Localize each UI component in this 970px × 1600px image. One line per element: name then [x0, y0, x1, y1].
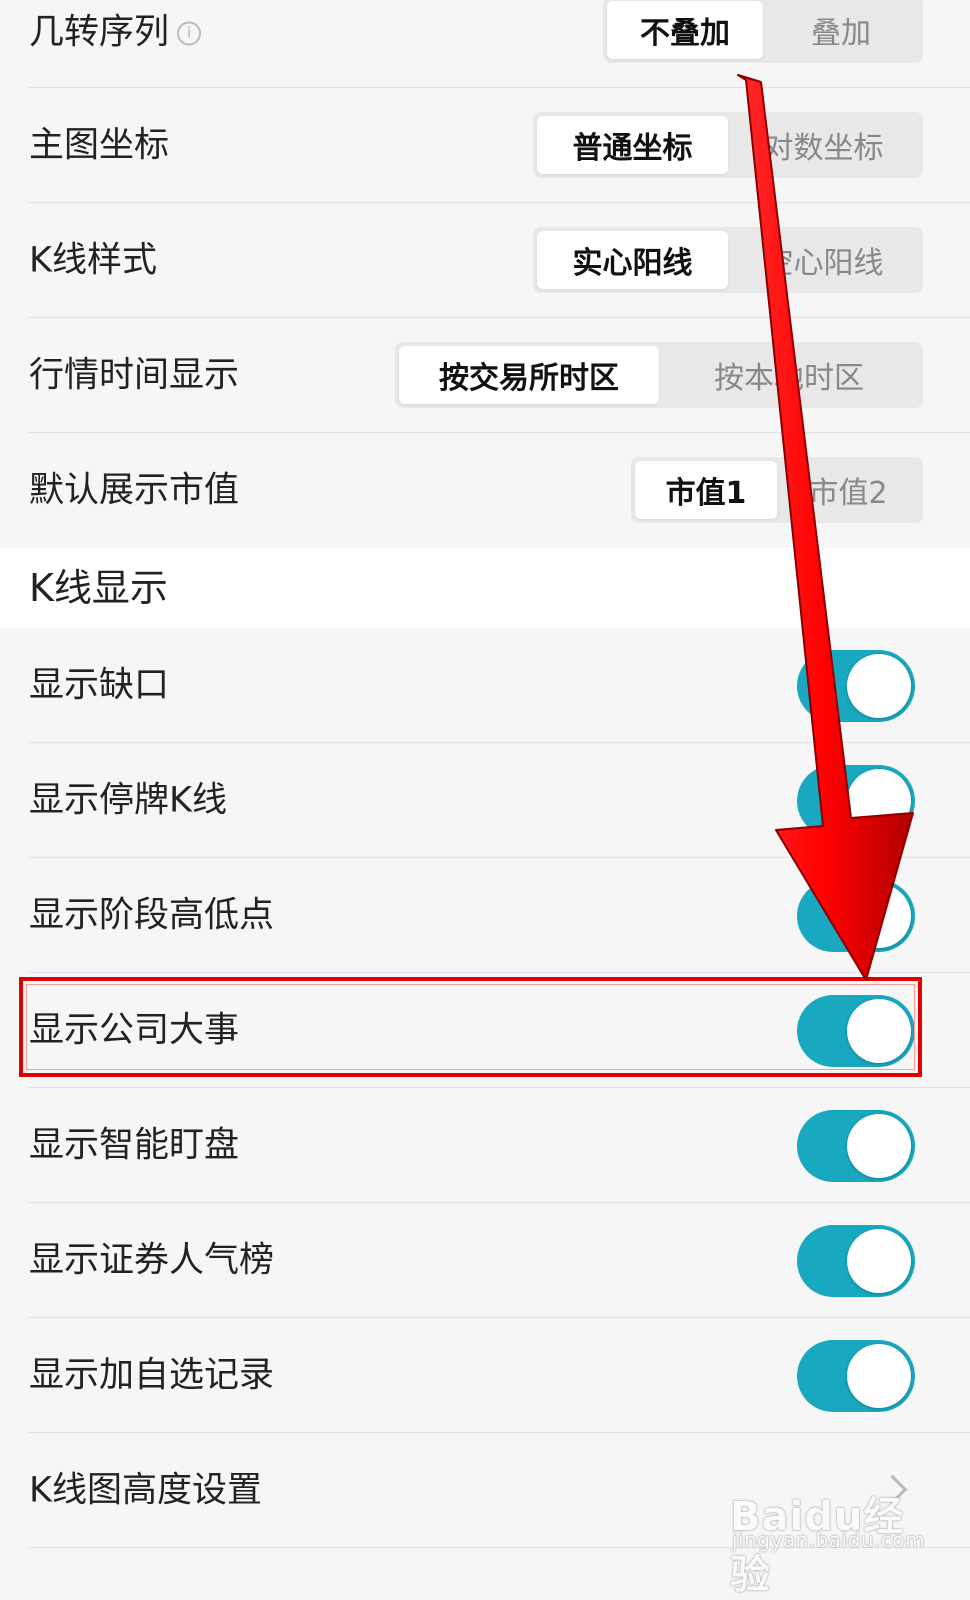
segment-option-exchange-timezone[interactable]: 按交易所时区 [399, 346, 659, 404]
toggle-knob [847, 653, 911, 718]
toggle-label: 显示缺口 [29, 665, 170, 705]
section-title: K线显示 [29, 566, 168, 610]
setting-row-kline-style: K线样式 实心阳线 空心阳线 [0, 203, 970, 318]
toggle-knob [847, 1113, 911, 1178]
segment-option-local-timezone[interactable]: 按本地时区 [659, 346, 919, 404]
toggle-switch[interactable] [797, 764, 915, 837]
toggle-row-watchlist-record: 显示加自选记录 [0, 1318, 970, 1433]
setting-label: 默认展示市值 [29, 470, 240, 510]
toggle-knob [847, 768, 911, 833]
segment-option-hollow[interactable]: 空心阳线 [728, 231, 919, 289]
toggle-label: 显示证券人气榜 [29, 1240, 275, 1280]
segment-option-solid[interactable]: 实心阳线 [537, 231, 728, 289]
toggle-label: 显示智能盯盘 [29, 1125, 240, 1165]
setting-row-market-value: 默认展示市值 市值1 市值2 [0, 433, 970, 548]
toggle-knob [847, 1228, 911, 1293]
toggle-switch[interactable] [797, 879, 915, 952]
setting-row-time-display: 行情时间显示 按交易所时区 按本地时区 [0, 318, 970, 433]
segment-option-value1[interactable]: 市值1 [635, 461, 777, 519]
section-header-kline-display: K线显示 [0, 548, 970, 628]
toggle-row-smart-monitor: 显示智能盯盘 [0, 1088, 970, 1203]
setting-label: K线样式 [29, 240, 157, 280]
segment-option-value2[interactable]: 市值2 [777, 461, 919, 519]
segment-option-log-axis[interactable]: 对数坐标 [728, 116, 919, 174]
toggle-switch[interactable] [797, 649, 915, 722]
toggle-knob [847, 883, 911, 948]
watermark: Baidu经验 jingyan.baidu.com [730, 1448, 930, 1598]
segmented-control-series: 不叠加 叠加 [603, 0, 923, 63]
toggle-label: 显示停牌K线 [29, 780, 227, 820]
setting-label: 行情时间显示 [29, 355, 240, 395]
setting-row-series: 几转序列 i 不叠加 叠加 [0, 0, 970, 88]
toggle-row-suspended-kline: 显示停牌K线 [0, 743, 970, 858]
setting-label: 几转序列 i [29, 15, 202, 51]
toggle-row-gap: 显示缺口 [0, 628, 970, 743]
toggle-switch[interactable] [797, 1339, 915, 1412]
toggle-row-popularity-rank: 显示证券人气榜 [0, 1203, 970, 1318]
segment-option-overlay[interactable]: 叠加 [763, 1, 919, 59]
setting-label: 主图坐标 [29, 125, 170, 165]
setting-row-main-axis: 主图坐标 普通坐标 对数坐标 [0, 88, 970, 203]
segmented-control-kline-style: 实心阳线 空心阳线 [533, 227, 923, 293]
toggle-row-stage-high-low: 显示阶段高低点 [0, 858, 970, 973]
toggle-label: 显示加自选记录 [29, 1355, 275, 1395]
toggle-knob [847, 1343, 911, 1408]
toggle-switch[interactable] [797, 1224, 915, 1297]
setting-label: K线图高度设置 [29, 1470, 262, 1510]
segmented-control-market-value: 市值1 市值2 [631, 457, 923, 523]
info-circle-icon[interactable]: i [177, 21, 202, 46]
annotation-highlight-box [19, 977, 922, 1077]
toggle-switch[interactable] [797, 1109, 915, 1182]
watermark-url: jingyan.baidu.com [732, 1528, 926, 1552]
segment-option-normal-axis[interactable]: 普通坐标 [537, 116, 728, 174]
segmented-control-time-display: 按交易所时区 按本地时区 [395, 342, 923, 408]
toggle-label: 显示阶段高低点 [29, 895, 275, 935]
segmented-control-main-axis: 普通坐标 对数坐标 [533, 112, 923, 178]
segment-option-not-overlay[interactable]: 不叠加 [607, 1, 763, 59]
